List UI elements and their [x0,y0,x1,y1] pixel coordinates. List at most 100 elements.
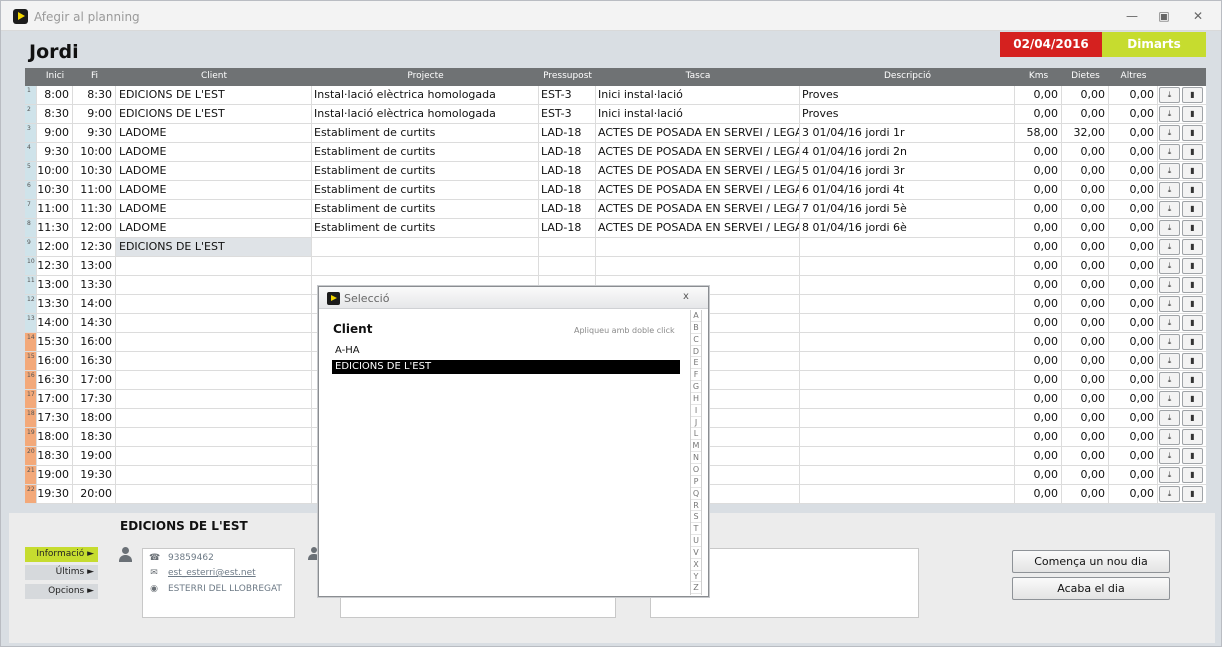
row-description[interactable] [800,257,1015,275]
row-altres[interactable]: 0,00 [1109,257,1158,275]
end-day-button[interactable]: Acaba el dia [1012,577,1170,600]
col-header-start[interactable]: Inici [37,68,73,86]
row-client[interactable]: LADOME [116,219,312,237]
trash-icon[interactable]: ▮ [1182,410,1203,426]
row-client[interactable] [116,257,312,275]
info-tab[interactable]: Informació ► [25,547,98,562]
trash-icon[interactable]: ▮ [1182,106,1203,122]
row-altres[interactable]: 0,00 [1109,105,1158,123]
row-end-time[interactable]: 11:00 [73,181,116,199]
row-altres[interactable]: 0,00 [1109,276,1158,294]
row-project[interactable]: Establiment de curtits [312,143,539,161]
row-client[interactable] [116,371,312,389]
row-altres[interactable]: 0,00 [1109,485,1158,503]
col-header-dietes[interactable]: Dietes [1062,68,1109,86]
row-end-time[interactable]: 17:30 [73,390,116,408]
row-kms[interactable]: 0,00 [1015,466,1062,484]
table-row[interactable]: 8 11:30 12:00 LADOME Establiment de curtits L… [25,219,1206,238]
row-end-time[interactable]: 14:30 [73,314,116,332]
table-row[interactable]: 3 9:00 9:30 LADOME Establiment de curtits LAD… [25,124,1206,143]
row-task[interactable] [596,257,800,275]
row-description[interactable] [800,428,1015,446]
row-kms[interactable]: 0,00 [1015,409,1062,427]
table-row[interactable]: 2 8:30 9:00 EDICIONS DE L'EST Instal·lació e… [25,105,1206,124]
row-end-time[interactable]: 18:00 [73,409,116,427]
row-start-time[interactable]: 9:00 [37,124,73,142]
row-dietes[interactable]: 0,00 [1062,105,1109,123]
last-tab[interactable]: Últims ► [25,565,98,580]
row-start-time[interactable]: 8:00 [37,86,73,104]
row-altres[interactable]: 0,00 [1109,219,1158,237]
row-client[interactable] [116,466,312,484]
row-dietes[interactable]: 0,00 [1062,409,1109,427]
row-start-time[interactable]: 16:30 [37,371,73,389]
download-icon[interactable]: ⤓ [1159,163,1180,179]
row-description[interactable]: 3 01/04/16 jordi 1r [800,124,1015,142]
row-project[interactable] [312,257,539,275]
row-altres[interactable]: 0,00 [1109,86,1158,104]
row-description[interactable]: 4 01/04/16 jordi 2n [800,143,1015,161]
row-project[interactable]: Establiment de curtits [312,200,539,218]
row-project[interactable]: Establiment de curtits [312,124,539,142]
trash-icon[interactable]: ▮ [1182,315,1203,331]
row-dietes[interactable]: 0,00 [1062,181,1109,199]
row-altres[interactable]: 0,00 [1109,200,1158,218]
row-task[interactable]: ACTES DE POSADA EN SERVEI / LEGALIT [596,181,800,199]
row-description[interactable] [800,333,1015,351]
alphabet-letter[interactable]: P [691,476,701,488]
row-budget[interactable]: LAD-18 [539,200,596,218]
row-dietes[interactable]: 0,00 [1062,143,1109,161]
row-altres[interactable]: 0,00 [1109,124,1158,142]
row-kms[interactable]: 0,00 [1015,314,1062,332]
row-end-time[interactable]: 11:30 [73,200,116,218]
download-icon[interactable]: ⤓ [1159,486,1180,502]
row-task[interactable]: Inici instal·lació [596,86,800,104]
row-budget[interactable]: EST-3 [539,86,596,104]
row-kms[interactable]: 0,00 [1015,276,1062,294]
alphabet-letter[interactable]: L [691,428,701,441]
alphabet-letter[interactable]: R [691,500,701,512]
alphabet-letter[interactable]: F [691,369,701,382]
row-dietes[interactable]: 0,00 [1062,485,1109,503]
row-end-time[interactable]: 13:00 [73,257,116,275]
alphabet-letter[interactable]: M [691,440,701,453]
row-dietes[interactable]: 0,00 [1062,314,1109,332]
row-kms[interactable]: 58,00 [1015,124,1062,142]
row-task[interactable]: ACTES DE POSADA EN SERVEI / LEGALIT [596,200,800,218]
download-icon[interactable]: ⤓ [1159,296,1180,312]
row-client[interactable] [116,333,312,351]
trash-icon[interactable]: ▮ [1182,144,1203,160]
row-dietes[interactable]: 0,00 [1062,447,1109,465]
row-dietes[interactable]: 0,00 [1062,238,1109,256]
row-start-time[interactable]: 10:30 [37,181,73,199]
minimize-icon[interactable]: — [1124,8,1140,24]
download-icon[interactable]: ⤓ [1159,277,1180,293]
row-kms[interactable]: 0,00 [1015,143,1062,161]
row-description[interactable]: 6 01/04/16 jordi 4t [800,181,1015,199]
row-dietes[interactable]: 0,00 [1062,86,1109,104]
row-altres[interactable]: 0,00 [1109,238,1158,256]
row-end-time[interactable]: 19:30 [73,466,116,484]
row-description[interactable]: Proves [800,86,1015,104]
trash-icon[interactable]: ▮ [1182,391,1203,407]
alphabet-letter[interactable]: O [691,464,701,476]
col-header-end[interactable]: Fi [73,68,116,86]
row-budget[interactable]: LAD-18 [539,181,596,199]
row-task[interactable]: ACTES DE POSADA EN SERVEI / LEGALIT [596,219,800,237]
row-altres[interactable]: 0,00 [1109,333,1158,351]
row-start-time[interactable]: 9:30 [37,143,73,161]
download-icon[interactable]: ⤓ [1159,87,1180,103]
alphabet-letter[interactable]: I [691,405,701,417]
download-icon[interactable]: ⤓ [1159,372,1180,388]
download-icon[interactable]: ⤓ [1159,144,1180,160]
row-altres[interactable]: 0,00 [1109,371,1158,389]
row-project[interactable] [312,238,539,256]
row-end-time[interactable]: 13:30 [73,276,116,294]
row-description[interactable]: 8 01/04/16 jordi 6è [800,219,1015,237]
col-header-kms[interactable]: Kms [1015,68,1062,86]
row-dietes[interactable]: 0,00 [1062,390,1109,408]
alphabet-letter[interactable]: T [691,523,701,536]
download-icon[interactable]: ⤓ [1159,448,1180,464]
row-description[interactable]: 5 01/04/16 jordi 3r [800,162,1015,180]
row-altres[interactable]: 0,00 [1109,162,1158,180]
